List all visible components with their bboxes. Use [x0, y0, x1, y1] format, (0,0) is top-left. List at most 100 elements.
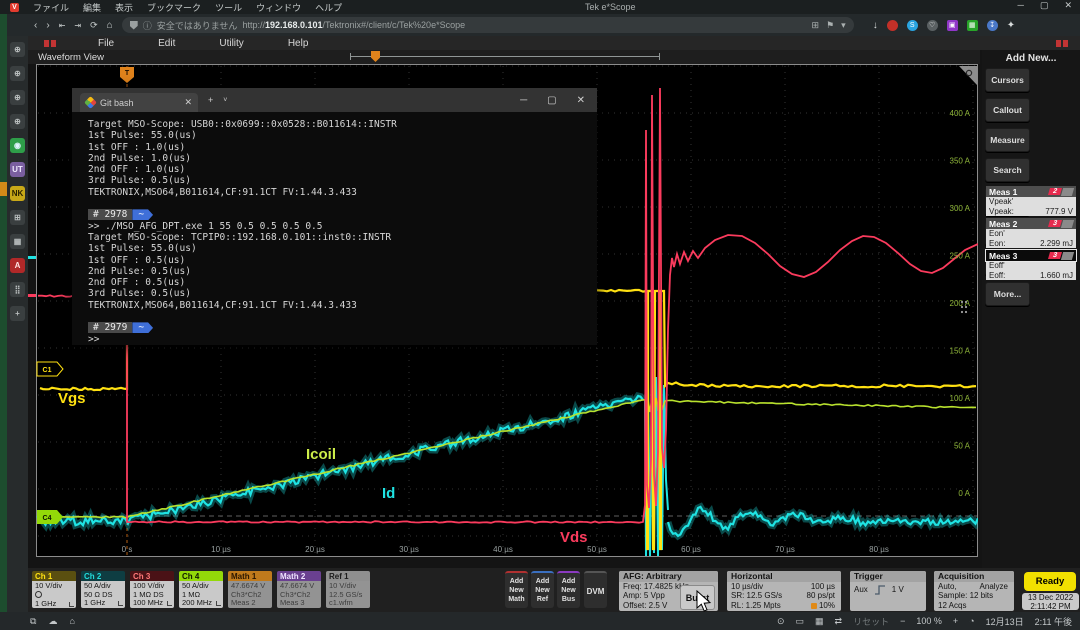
- horizontal-overview-bracket[interactable]: [350, 56, 660, 57]
- scope-menu-edit[interactable]: Edit: [158, 38, 175, 49]
- terminal-line: 1st OFF : 0.5(us): [88, 255, 597, 266]
- address-bar[interactable]: ⓘ 安全ではありません http://192.168.0.101/Tektron…: [122, 17, 854, 33]
- badge-ch4[interactable]: Ch 450 A/div1 MΩ200 MHz: [179, 571, 223, 608]
- scope-menu-utility[interactable]: Utility: [219, 38, 243, 49]
- purple-extension-icon[interactable]: ▣: [947, 20, 958, 31]
- display-icon[interactable]: ▦: [815, 616, 824, 627]
- dvm-button[interactable]: DVM: [584, 571, 607, 608]
- callout-button[interactable]: Callout: [985, 98, 1030, 122]
- browser-menu-5[interactable]: ウィンドウ: [256, 1, 301, 14]
- screenshot-icon[interactable]: ⊙: [777, 616, 785, 627]
- badge-ch1[interactable]: Ch 110 V/div1 GHz: [32, 571, 76, 608]
- web-panel-apps-icon[interactable]: ⣿: [10, 282, 25, 297]
- reset-button[interactable]: リセット: [853, 615, 889, 628]
- tab-dropdown-icon[interactable]: ˅: [223, 97, 227, 104]
- time-axis-label: 40 µs: [493, 545, 513, 554]
- tab-close-icon[interactable]: ✕: [184, 97, 192, 108]
- forward-icon[interactable]: ›: [46, 20, 49, 31]
- web-panel-globe-2-icon[interactable]: ⊕: [10, 66, 25, 81]
- back-icon[interactable]: ‹: [34, 20, 37, 31]
- web-panel-globe-1-icon[interactable]: ⊕: [10, 42, 25, 57]
- add-panel-icon[interactable]: +: [10, 306, 25, 321]
- green-grid-extension-icon[interactable]: ▦: [967, 20, 978, 31]
- search-button[interactable]: Search: [985, 158, 1030, 182]
- browser-menu-4[interactable]: ツール: [215, 1, 242, 14]
- trace-id: [668, 507, 978, 536]
- cursors-button[interactable]: Cursors: [985, 68, 1030, 92]
- add-new-math-button[interactable]: AddNewMath: [505, 571, 528, 608]
- terminal-maximize-icon[interactable]: ▢: [547, 95, 556, 106]
- dropdown-chevron-icon[interactable]: ▾: [841, 20, 846, 31]
- zoom-out-icon[interactable]: −: [900, 616, 905, 626]
- rail-accent-marker: [0, 182, 7, 196]
- terminal-line: # 2979~: [88, 322, 597, 333]
- minimize-icon[interactable]: ─: [1018, 0, 1024, 11]
- terminal-output[interactable]: Target MSO-Scope: USB0::0x0699::0x0528::…: [72, 112, 597, 345]
- taskbar-cloud-icon[interactable]: ☁: [48, 616, 57, 627]
- web-panel-nk-icon[interactable]: NK: [10, 186, 25, 201]
- acquisition-panel[interactable]: Acquisition Auto,Analyze Sample: 12 bits…: [934, 571, 1014, 611]
- scope-menu-help[interactable]: Help: [288, 38, 309, 49]
- web-panel-globe-3-icon[interactable]: ⊕: [10, 90, 25, 105]
- web-panel-globe-4-icon[interactable]: ⊕: [10, 114, 25, 129]
- swap-icon[interactable]: ⇄: [835, 616, 843, 627]
- web-panel-ut-icon[interactable]: UT: [10, 162, 25, 177]
- measure-button[interactable]: Measure: [985, 128, 1030, 152]
- browser-menu-3[interactable]: ブックマーク: [147, 1, 201, 14]
- badge-ch2[interactable]: Ch 250 A/div50 Ω DS1 GHz: [81, 571, 125, 608]
- pin-icon[interactable]: ✦: [1007, 20, 1015, 31]
- gray-extension-icon[interactable]: ♡: [927, 20, 938, 31]
- new-tab-icon[interactable]: +: [208, 95, 213, 105]
- waveform-view-tab[interactable]: Waveform View: [38, 52, 104, 63]
- download-icon[interactable]: ↓: [873, 20, 878, 31]
- shield-icon[interactable]: [130, 21, 138, 30]
- more-button[interactable]: More...: [985, 282, 1030, 306]
- taskbar-home-icon[interactable]: ⌂: [69, 616, 74, 627]
- terminal-window[interactable]: Git bash ✕ + ˅ ─ ▢ ✕ Target MSO-Scope: U…: [72, 88, 597, 345]
- reload-icon[interactable]: ⟳: [90, 20, 98, 31]
- trigger-panel[interactable]: Trigger Aux 1 V: [850, 571, 926, 611]
- tiles-icon[interactable]: ⊞: [812, 20, 820, 31]
- browser-menu-0[interactable]: ファイル: [33, 1, 69, 14]
- browser-logo-icon[interactable]: V: [10, 3, 19, 12]
- browser-menu-2[interactable]: 表示: [115, 1, 133, 14]
- zoom-in-icon[interactable]: +: [953, 616, 958, 626]
- results-bar: Add New... CursorsCalloutMeasureSearchRe…: [982, 50, 1080, 568]
- home-icon[interactable]: ⌂: [107, 20, 113, 31]
- add-new-ref-button[interactable]: AddNewRef: [531, 571, 554, 608]
- badge-ref1[interactable]: Ref 110 V/div12.5 GS/sc1.wfm: [326, 571, 370, 608]
- bookmark-icon[interactable]: ⚑: [826, 20, 834, 31]
- horizontal-panel[interactable]: Horizontal 10 µs/div100 µs SR: 12.5 GS/s…: [727, 571, 841, 611]
- maximize-icon[interactable]: ▢: [1040, 0, 1049, 11]
- rewind-icon[interactable]: ⇤: [59, 21, 66, 30]
- skype-extension-icon[interactable]: S: [907, 20, 918, 31]
- badge-math1[interactable]: Math 147.6674 VCh3*Ch2Meas 2: [228, 571, 272, 608]
- web-panel-a-icon[interactable]: A: [10, 258, 25, 273]
- web-panel-grid-icon[interactable]: ⊞: [10, 210, 25, 225]
- terminal-close-icon[interactable]: ✕: [577, 95, 585, 106]
- measurement-badge-3[interactable]: Meas 33Eoff'Eoff:1.660 mJ: [986, 250, 1076, 280]
- info-icon[interactable]: ⓘ: [143, 19, 152, 32]
- red-extension-icon[interactable]: [887, 20, 898, 31]
- fast-forward-icon[interactable]: ⇥: [74, 21, 81, 30]
- browser-menu-6[interactable]: ヘルプ: [315, 1, 342, 14]
- blue-extension-icon[interactable]: ↧: [987, 20, 998, 31]
- browser-menu-1[interactable]: 編集: [83, 1, 101, 14]
- web-panel-active-icon[interactable]: ◉: [10, 138, 25, 153]
- badge-ch3[interactable]: Ch 3100 V/div1 MΩ DS100 MHz: [130, 571, 174, 608]
- terminal-minimize-icon[interactable]: ─: [520, 95, 527, 106]
- scope-menu-file[interactable]: File: [98, 38, 114, 49]
- add-new-bus-button[interactable]: AddNewBus: [557, 571, 580, 608]
- measurement-badge-1[interactable]: Meas 12Vpeak'Vpeak:777.9 V: [986, 186, 1076, 216]
- window-mode-icon[interactable]: ▭: [796, 616, 805, 627]
- close-icon[interactable]: ✕: [1064, 0, 1072, 11]
- measurement-badge-2[interactable]: Meas 23Eon'Eon:2.299 mJ: [986, 218, 1076, 248]
- overview-trigger-marker-icon[interactable]: [371, 51, 380, 62]
- url-text[interactable]: http://192.168.0.101/Tektronix#/client/c…: [242, 20, 465, 30]
- taskbar-window-icon[interactable]: ⧉: [30, 616, 36, 627]
- badge-math2[interactable]: Math 247.6674 VCh3*Ch2Meas 3: [277, 571, 321, 608]
- terminal-titlebar[interactable]: Git bash ✕ + ˅ ─ ▢ ✕: [72, 88, 597, 112]
- ready-status-badge: Ready: [1024, 572, 1076, 591]
- web-panel-gallery-icon[interactable]: ▦: [10, 234, 25, 249]
- terminal-tab[interactable]: Git bash ✕: [80, 93, 198, 112]
